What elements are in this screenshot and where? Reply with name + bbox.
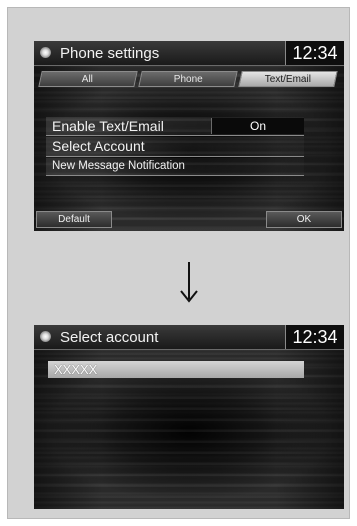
new-message-notification-item[interactable]: New Message Notification (46, 158, 304, 176)
menu-item-label: Enable Text/Email (52, 118, 164, 134)
tab-text-email[interactable]: Text/Email (238, 71, 338, 87)
account-list-item[interactable]: XXXXX (48, 361, 304, 378)
clock: 12:34 (285, 325, 344, 349)
select-account-item[interactable]: Select Account (46, 137, 304, 157)
screen-title: Phone settings (60, 45, 160, 62)
settings-dot-icon (40, 331, 51, 342)
default-button[interactable]: Default (36, 211, 112, 228)
tab-phone[interactable]: Phone (138, 71, 238, 87)
ok-button[interactable]: OK (266, 211, 342, 228)
menu-item-label: Select Account (52, 138, 145, 154)
manual-panel: Phone settings 12:34 All Phone Text/Emai… (7, 7, 350, 519)
menu-item-label: New Message Notification (52, 160, 185, 172)
select-account-screen: Select account 12:34 XXXXX (34, 325, 344, 509)
tab-all[interactable]: All (38, 71, 138, 87)
settings-dot-icon (40, 47, 51, 58)
enable-text-email-item[interactable]: Enable Text/Email On (46, 117, 304, 136)
screen-title: Select account (60, 329, 159, 346)
status-bar: Phone settings 12:34 (34, 41, 344, 66)
phone-settings-screen: Phone settings 12:34 All Phone Text/Emai… (34, 41, 344, 231)
enable-text-email-value: On (211, 118, 304, 134)
clock: 12:34 (285, 41, 344, 65)
status-bar: Select account 12:34 (34, 325, 344, 350)
tab-bar: All Phone Text/Email (38, 71, 340, 87)
arrow-down-icon (180, 262, 198, 303)
